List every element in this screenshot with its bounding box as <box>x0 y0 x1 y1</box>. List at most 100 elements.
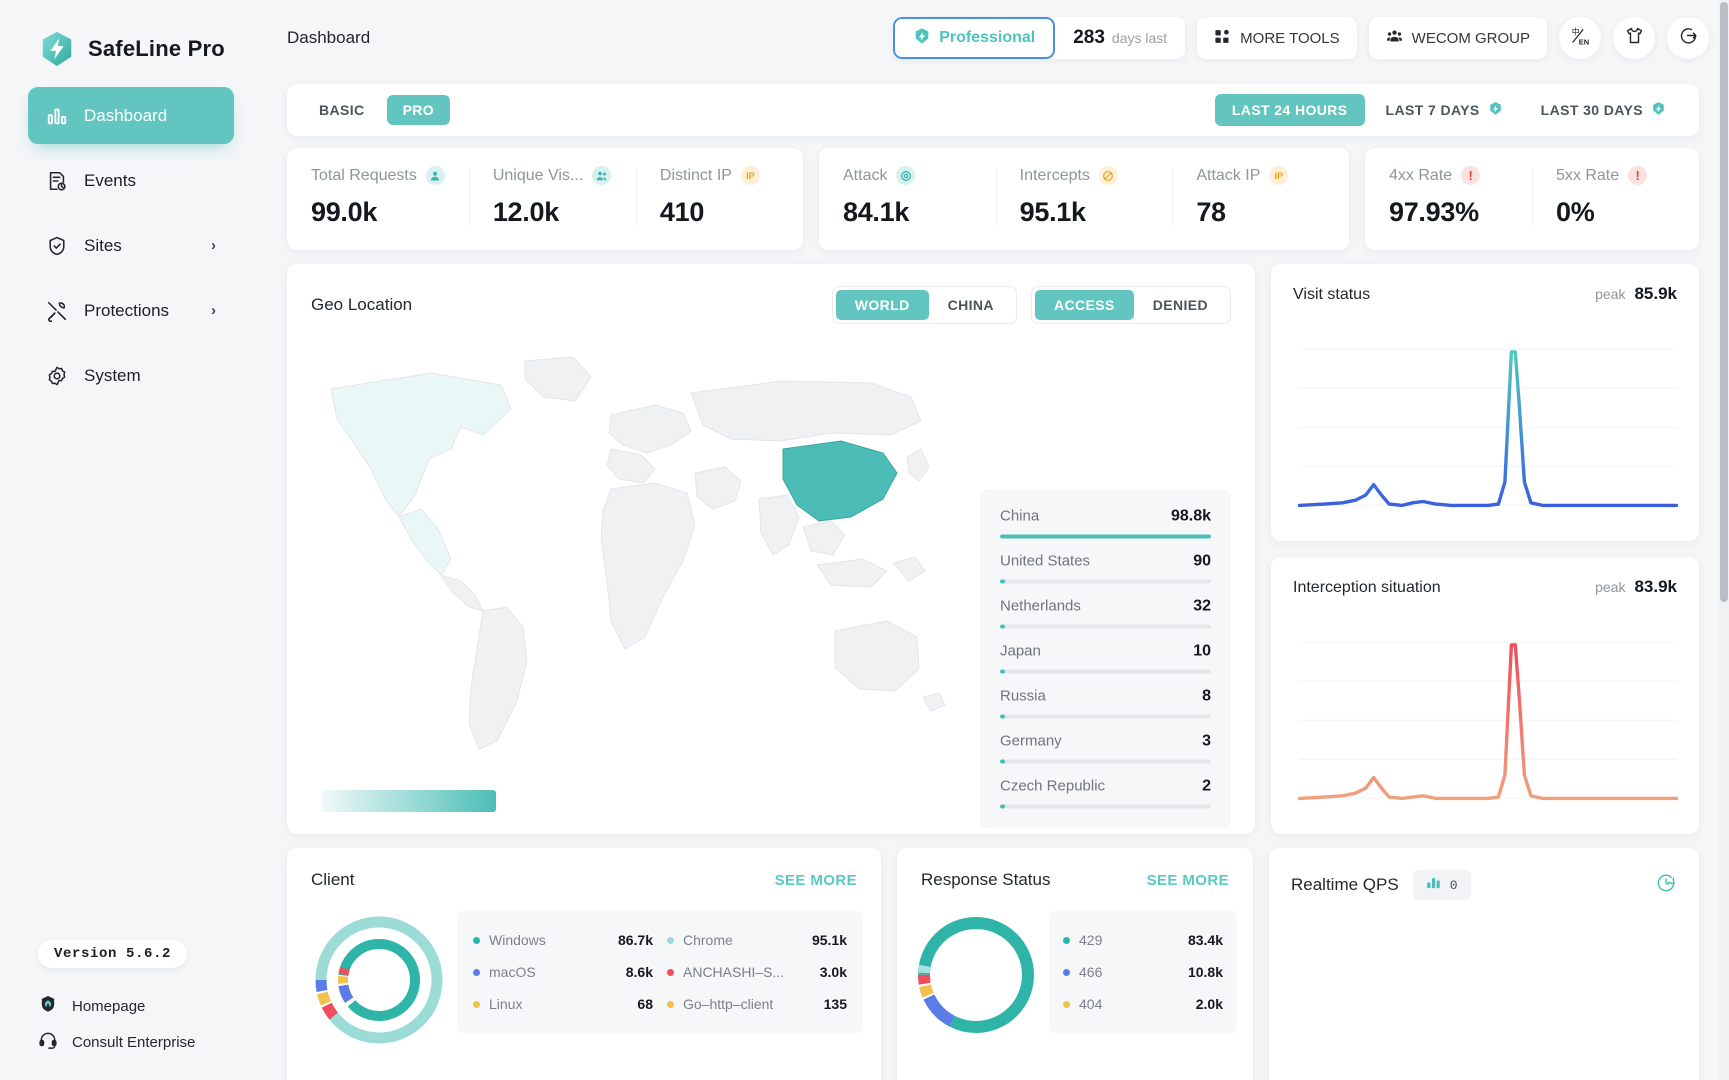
country-row[interactable]: United States 90 <box>1000 553 1211 584</box>
page-scrollbar-thumb[interactable] <box>1720 2 1728 602</box>
country-name: Netherlands <box>1000 598 1081 615</box>
legend-item[interactable]: ANCHASHI–S... 3.0k <box>667 956 847 988</box>
country-value: 8 <box>1202 688 1211 706</box>
brand: SafeLine Pro <box>0 0 262 76</box>
sidebar-item-dashboard[interactable]: Dashboard <box>28 87 234 144</box>
stat-total-requests: Total Requests 99.0k <box>287 166 469 228</box>
interception-sparkline[interactable] <box>1293 619 1683 814</box>
more-tools-button[interactable]: MORE TOOLS <box>1197 17 1356 59</box>
bolt-shield-icon <box>913 27 931 50</box>
wecom-group-button[interactable]: WECOM GROUP <box>1369 17 1547 59</box>
theme-button[interactable] <box>1613 17 1655 59</box>
geo-mode-denied-button[interactable]: DENIED <box>1134 290 1227 320</box>
response-donut-chart[interactable] <box>911 910 1041 1040</box>
map-region-china[interactable] <box>783 441 897 521</box>
range-last-7-days-button[interactable]: LAST 7 DAYS <box>1369 94 1520 126</box>
legend-value: 3.0k <box>820 964 847 980</box>
country-row[interactable]: Netherlands 32 <box>1000 598 1211 629</box>
mode-pro-button[interactable]: PRO <box>387 95 451 125</box>
block-icon <box>1099 166 1118 185</box>
bottom-row: Client SEE MORE <box>287 848 1699 1080</box>
client-donut-chart[interactable] <box>309 910 449 1050</box>
country-value: 3 <box>1202 733 1211 751</box>
legend-item[interactable]: macOS 8.6k <box>473 956 653 988</box>
brand-name: SafeLine Pro <box>88 36 225 62</box>
country-row[interactable]: China 98.8k <box>1000 508 1211 539</box>
country-name: United States <box>1000 553 1090 570</box>
event-log-icon <box>46 170 68 192</box>
legend-dot <box>1063 937 1070 944</box>
legend-value: 86.7k <box>618 932 653 948</box>
legend-value: 83.4k <box>1188 932 1223 948</box>
legend-item[interactable]: Windows 86.7k <box>473 924 653 956</box>
range-label: LAST 30 DAYS <box>1541 102 1643 118</box>
map-color-legend <box>321 790 496 812</box>
language-toggle-button[interactable]: 中EN <box>1559 17 1601 59</box>
legend-dot <box>473 1001 480 1008</box>
sidebar-item-system[interactable]: System <box>28 347 234 404</box>
stat-value: 12.0k <box>493 197 612 228</box>
geo-mode-access-button[interactable]: ACCESS <box>1035 290 1134 320</box>
client-see-more-link[interactable]: SEE MORE <box>775 872 857 889</box>
qps-value: 0 <box>1450 878 1458 893</box>
legend-dot <box>1063 1001 1070 1008</box>
response-status-title: Response Status <box>921 870 1050 890</box>
legend-value: 95.1k <box>812 932 847 948</box>
mode-basic-button[interactable]: BASIC <box>303 95 381 125</box>
visit-status-sparkline[interactable] <box>1293 326 1683 521</box>
sidebar-item-sites[interactable]: Sites › <box>28 217 234 274</box>
country-row[interactable]: Germany 3 <box>1000 733 1211 764</box>
sidebar-item-events[interactable]: Events <box>28 152 234 209</box>
response-legend: 429 83.4k 466 10.8k 404 2.0k <box>1049 910 1237 1034</box>
svg-text:EN: EN <box>1578 37 1588 46</box>
world-map[interactable] <box>311 349 971 789</box>
qps-refresh-button[interactable] <box>1655 872 1677 899</box>
legend-value: 135 <box>824 996 847 1012</box>
logout-icon <box>1678 25 1699 51</box>
people-group-icon <box>1386 28 1403 49</box>
stat-label: Unique Vis... <box>493 167 583 185</box>
stat-5xx-rate: 5xx Rate ! 0% <box>1532 166 1699 228</box>
realtime-qps-card: Realtime QPS 0 <box>1269 848 1699 1080</box>
country-row[interactable]: Russia 8 <box>1000 688 1211 719</box>
wecom-group-label: WECOM GROUP <box>1412 30 1530 47</box>
qps-value-chip: 0 <box>1413 870 1471 900</box>
sidebar-nav: Dashboard Events Sites › <box>0 87 262 404</box>
sidebar-link-consult-enterprise[interactable]: Consult Enterprise <box>38 1030 262 1054</box>
chevron-right-icon: › <box>211 237 216 254</box>
response-see-more-link[interactable]: SEE MORE <box>1147 872 1229 889</box>
legend-dot <box>667 937 674 944</box>
shield-home-icon <box>38 994 58 1018</box>
legend-item[interactable]: Linux 68 <box>473 988 653 1020</box>
legend-item[interactable]: 466 10.8k <box>1063 956 1223 988</box>
users-icon <box>592 166 611 185</box>
range-last-24-hours-button[interactable]: LAST 24 HOURS <box>1215 94 1365 126</box>
sidebar-link-homepage[interactable]: Homepage <box>38 994 262 1018</box>
legend-dot <box>667 1001 674 1008</box>
legend-item[interactable]: 429 83.4k <box>1063 924 1223 956</box>
pro-badge-icon <box>1651 101 1666 119</box>
legend-label: 466 <box>1079 964 1102 980</box>
page-scrollbar-track[interactable] <box>1719 0 1729 1080</box>
stat-label: Total Requests <box>311 167 417 185</box>
geo-scope-china-button[interactable]: CHINA <box>929 290 1013 320</box>
grid-tools-icon <box>1214 28 1231 49</box>
legend-item[interactable]: Go–http–client 135 <box>667 988 847 1020</box>
ip-icon: IP <box>1269 166 1288 185</box>
country-row[interactable]: Japan 10 <box>1000 643 1211 674</box>
legend-item[interactable]: 404 2.0k <box>1063 988 1223 1020</box>
interception-title: Interception situation <box>1293 579 1441 597</box>
professional-button[interactable]: Professional <box>893 17 1055 59</box>
range-label: LAST 7 DAYS <box>1386 102 1480 118</box>
country-row[interactable]: Czech Republic 2 <box>1000 778 1211 809</box>
legend-item[interactable]: Chrome 95.1k <box>667 924 847 956</box>
country-name: Czech Republic <box>1000 778 1105 795</box>
sidebar-item-label: Sites <box>84 236 122 256</box>
legend-label: Linux <box>489 996 522 1012</box>
geo-scope-world-button[interactable]: WORLD <box>836 290 929 320</box>
stat-value: 95.1k <box>1020 197 1149 228</box>
legend-dot <box>473 937 480 944</box>
logout-button[interactable] <box>1667 17 1709 59</box>
sidebar-item-protections[interactable]: Protections › <box>28 282 234 339</box>
range-last-30-days-button[interactable]: LAST 30 DAYS <box>1524 94 1683 126</box>
